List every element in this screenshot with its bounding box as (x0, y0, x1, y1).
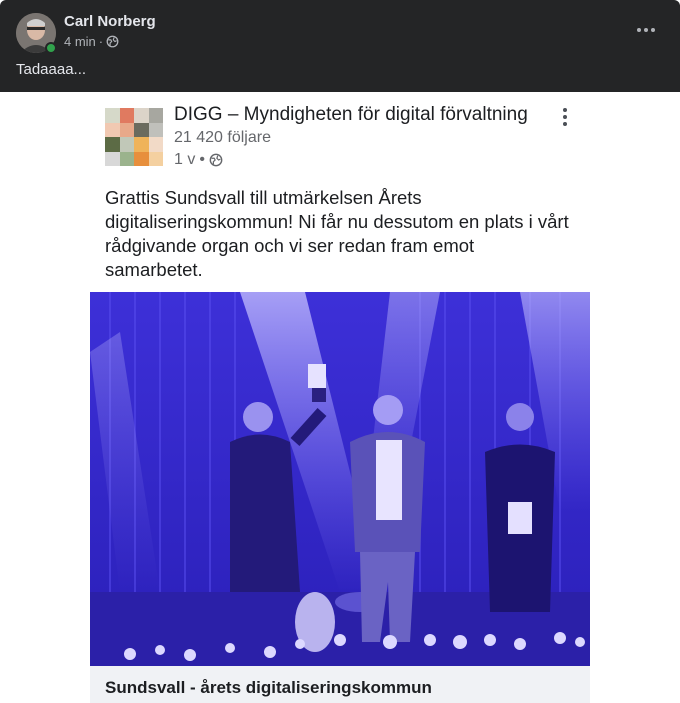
globe-icon (106, 35, 119, 48)
shared-page-name[interactable]: DIGG – Myndigheten för digital förvaltni… (174, 104, 528, 126)
link-preview[interactable]: Sundsvall - årets digitaliseringskommun (90, 666, 590, 703)
facebook-post: Carl Norberg 4 min · Tadaaaa... (0, 0, 680, 92)
post-time[interactable]: 4 min (64, 34, 96, 49)
shared-body-text: Grattis Sundsvall till utmärkelsen Årets… (105, 187, 569, 280)
followers-count: 21 420 följare (174, 129, 271, 146)
shared-post: DIGG – Myndigheten för digital förvaltni… (90, 92, 590, 703)
digg-logo[interactable] (105, 108, 163, 166)
shared-more-options-icon[interactable] (554, 106, 576, 128)
shared-meta: 1 v • (174, 151, 223, 169)
shared-time[interactable]: 1 v (174, 151, 195, 169)
award-photo[interactable] (90, 292, 590, 666)
link-title[interactable]: Sundsvall - årets digitaliseringskommun (105, 678, 432, 698)
online-status-dot (45, 42, 57, 54)
post-meta: 4 min · (64, 34, 119, 49)
globe-icon (209, 153, 223, 167)
shared-separator: • (199, 151, 205, 168)
post-text: Tadaaaa... (16, 61, 87, 78)
author-name[interactable]: Carl Norberg (64, 13, 156, 30)
more-options-icon[interactable] (632, 18, 660, 42)
meta-separator: · (98, 34, 104, 49)
